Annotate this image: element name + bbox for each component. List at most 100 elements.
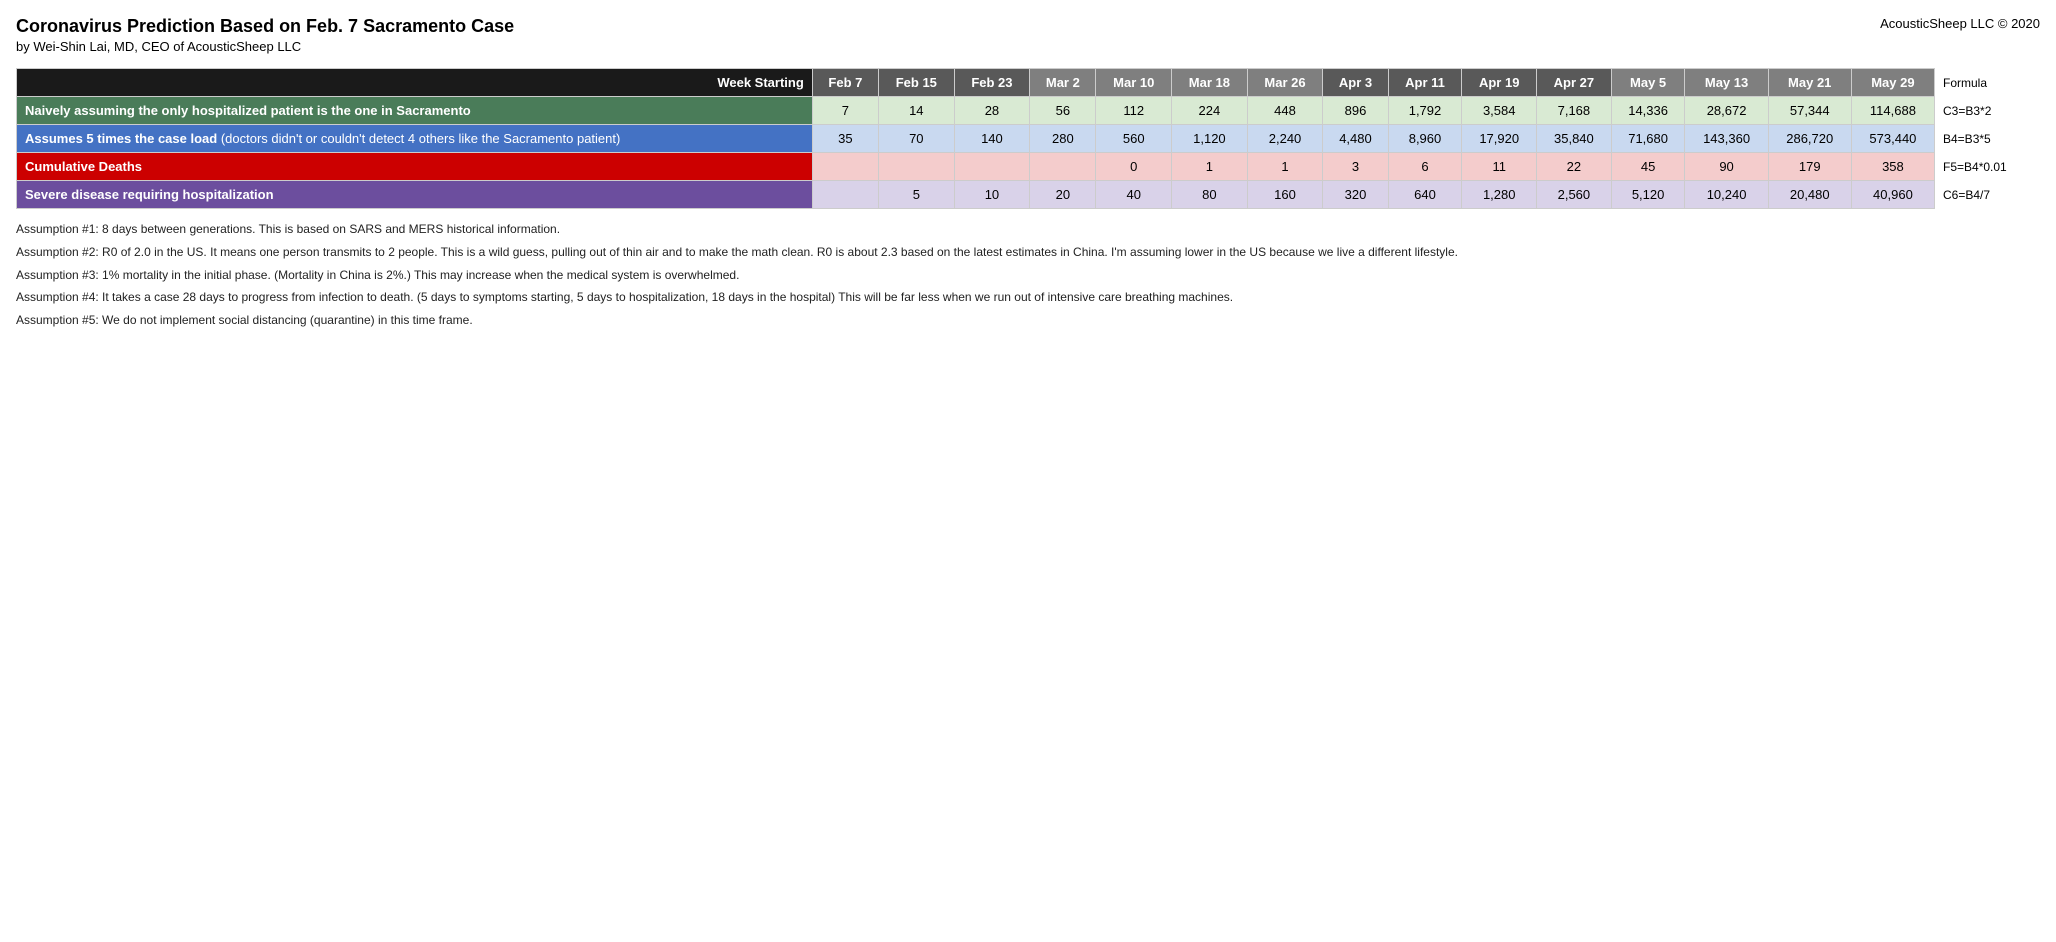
row2-cell-14: 573,440 [1851,125,1934,153]
page-subtitle: by Wei-Shin Lai, MD, CEO of AcousticShee… [16,39,514,54]
col-header-may-29: May 29 [1851,69,1934,97]
row2-cell-5: 1,120 [1172,125,1248,153]
row2-cell-2: 140 [954,125,1030,153]
row4-cell-6: 160 [1247,181,1323,209]
row2-formula: B4=B3*5 [1935,125,2040,153]
row3-cell-4: 0 [1096,153,1172,181]
row2-cell-11: 71,680 [1611,125,1685,153]
col-header-feb-7: Feb 7 [812,69,878,97]
row2-label-cell: Assumes 5 times the case load (doctors d… [17,125,813,153]
row4-cell-10: 2,560 [1537,181,1612,209]
table-row-row4: Severe disease requiring hospitalization… [17,181,2040,209]
table-row-row3: Cumulative Deaths0113611224590179358F5=B… [17,153,2040,181]
row1-cell-12: 28,672 [1685,97,1768,125]
row3-cell-13: 179 [1768,153,1851,181]
row2-cell-4: 560 [1096,125,1172,153]
col-header-apr-27: Apr 27 [1537,69,1612,97]
row4-cell-5: 80 [1172,181,1248,209]
row3-cell-11: 45 [1611,153,1685,181]
row1-cell-0: 7 [812,97,878,125]
row4-label-cell: Severe disease requiring hospitalization [17,181,813,209]
col-header-mar-18: Mar 18 [1172,69,1248,97]
row1-label-cell: Naively assuming the only hospitalized p… [17,97,813,125]
row3-label-cell: Cumulative Deaths [17,153,813,181]
col-header-may-13: May 13 [1685,69,1768,97]
row4-cell-13: 20,480 [1768,181,1851,209]
row1-cell-7: 896 [1323,97,1388,125]
row3-cell-5: 1 [1172,153,1248,181]
main-table: Week Starting Feb 7Feb 15Feb 23Mar 2Mar … [16,68,2040,209]
row1-cell-13: 57,344 [1768,97,1851,125]
row3-cell-6: 1 [1247,153,1323,181]
row1-cell-10: 7,168 [1537,97,1612,125]
row4-cell-8: 640 [1388,181,1462,209]
row1-cell-5: 224 [1172,97,1248,125]
row3-cell-3 [1030,153,1096,181]
row3-cell-7: 3 [1323,153,1388,181]
row4-cell-14: 40,960 [1851,181,1934,209]
row1-cell-9: 3,584 [1462,97,1537,125]
header-row: Week Starting Feb 7Feb 15Feb 23Mar 2Mar … [17,69,2040,97]
col-header-feb-23: Feb 23 [954,69,1030,97]
row4-cell-0 [812,181,878,209]
row3-cell-9: 11 [1462,153,1537,181]
row3-cell-14: 358 [1851,153,1934,181]
row3-cell-12: 90 [1685,153,1768,181]
col-header-may-21: May 21 [1768,69,1851,97]
row3-cell-1 [879,153,955,181]
assumption-2: Assumption #2: R0 of 2.0 in the US. It m… [16,244,2040,261]
row2-cell-9: 17,920 [1462,125,1537,153]
row3-cell-2 [954,153,1030,181]
row1-cell-1: 14 [879,97,955,125]
row1-cell-11: 14,336 [1611,97,1685,125]
row2-cell-3: 280 [1030,125,1096,153]
row2-cell-12: 143,360 [1685,125,1768,153]
row2-cell-10: 35,840 [1537,125,1612,153]
row4-cell-2: 10 [954,181,1030,209]
page-title: Coronavirus Prediction Based on Feb. 7 S… [16,16,514,37]
row2-cell-0: 35 [812,125,878,153]
row4-cell-11: 5,120 [1611,181,1685,209]
col-header-apr-11: Apr 11 [1388,69,1462,97]
row1-cell-2: 28 [954,97,1030,125]
row3-cell-10: 22 [1537,153,1612,181]
col-header-mar-26: Mar 26 [1247,69,1323,97]
col-header-mar-10: Mar 10 [1096,69,1172,97]
col-header-may-5: May 5 [1611,69,1685,97]
copyright: AcousticSheep LLC © 2020 [1880,16,2040,31]
row1-cell-3: 56 [1030,97,1096,125]
col-header-apr-3: Apr 3 [1323,69,1388,97]
col-header-apr-19: Apr 19 [1462,69,1537,97]
assumption-5: Assumption #5: We do not implement socia… [16,312,2040,329]
assumption-3: Assumption #3: 1% mortality in the initi… [16,267,2040,284]
row1-cell-8: 1,792 [1388,97,1462,125]
row1-cell-4: 112 [1096,97,1172,125]
row1-cell-6: 448 [1247,97,1323,125]
row3-cell-8: 6 [1388,153,1462,181]
row4-cell-12: 10,240 [1685,181,1768,209]
row3-cell-0 [812,153,878,181]
row4-cell-3: 20 [1030,181,1096,209]
row2-cell-1: 70 [879,125,955,153]
row4-cell-1: 5 [879,181,955,209]
row3-formula: F5=B4*0.01 [1935,153,2040,181]
assumption-1: Assumption #1: 8 days between generation… [16,221,2040,238]
row2-cell-13: 286,720 [1768,125,1851,153]
row4-cell-7: 320 [1323,181,1388,209]
table-row-row2: Assumes 5 times the case load (doctors d… [17,125,2040,153]
col-header-feb-15: Feb 15 [879,69,955,97]
assumption-4: Assumption #4: It takes a case 28 days t… [16,289,2040,306]
row2-cell-7: 4,480 [1323,125,1388,153]
row1-cell-14: 114,688 [1851,97,1934,125]
row4-cell-9: 1,280 [1462,181,1537,209]
row4-formula: C6=B4/7 [1935,181,2040,209]
col-header-mar-2: Mar 2 [1030,69,1096,97]
table-row-row1: Naively assuming the only hospitalized p… [17,97,2040,125]
week-starting-header: Week Starting [17,69,813,97]
row1-formula: C3=B3*2 [1935,97,2040,125]
row2-cell-6: 2,240 [1247,125,1323,153]
row4-cell-4: 40 [1096,181,1172,209]
row2-cell-8: 8,960 [1388,125,1462,153]
assumptions-section: Assumption #1: 8 days between generation… [16,221,2040,329]
formula-header: Formula [1935,69,2040,97]
